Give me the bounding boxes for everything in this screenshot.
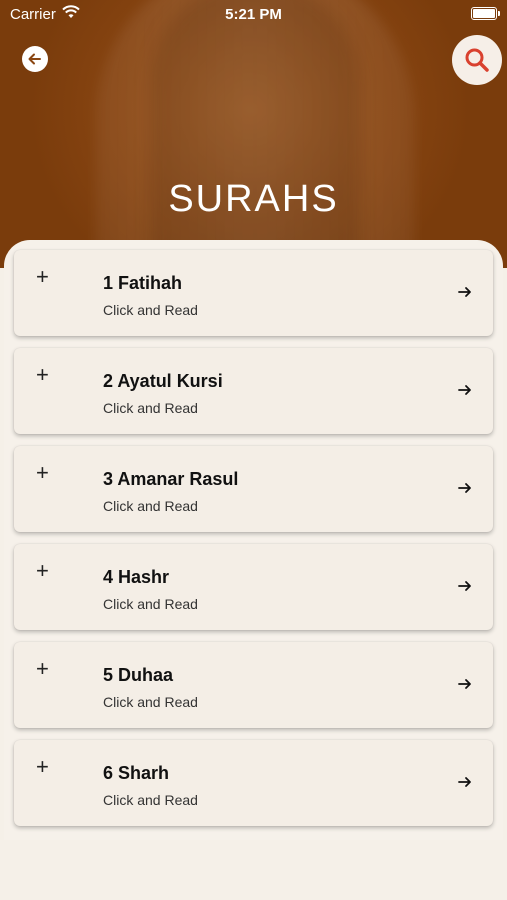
arrow-right-icon [458,483,471,493]
plus-icon[interactable]: + [36,756,49,778]
plus-icon[interactable]: + [36,364,49,386]
surah-title: 1 Fatihah [103,273,183,293]
page-title: SURAHS [168,178,339,220]
search-button[interactable] [452,35,502,85]
plus-icon[interactable]: + [36,462,49,484]
surah-card[interactable]: + 4 Hashr Click and Read [14,544,493,630]
arrow-left-icon [28,53,41,65]
arrow-right-icon [458,679,471,689]
surah-card[interactable]: + 5 Duhaa Click and Read [14,642,493,728]
surah-title: 4 Hashr [103,567,170,587]
status-bar: Carrier 5:21 PM [0,0,507,28]
arrow-right-icon [458,287,471,297]
surah-title: 6 Sharh [103,763,170,783]
surah-subtitle: Click and Read [103,596,198,612]
battery-icon [471,7,500,20]
arrow-right-icon [458,581,471,591]
arrow-right-icon [458,777,471,787]
surah-card[interactable]: + 2 Ayatul Kursi Click and Read [14,348,493,434]
header-banner: Carrier 5:21 PM SURAHS [0,0,507,268]
surah-subtitle: Click and Read [103,302,198,318]
arrow-right-icon [458,385,471,395]
plus-icon[interactable]: + [36,560,49,582]
surah-title: 3 Amanar Rasul [103,469,239,489]
surah-card[interactable]: + 3 Amanar Rasul Click and Read [14,446,493,532]
surah-subtitle: Click and Read [103,498,198,514]
surah-subtitle: Click and Read [103,400,198,416]
plus-icon[interactable]: + [36,658,49,680]
plus-icon[interactable]: + [36,266,49,288]
status-time: 5:21 PM [225,6,282,23]
surah-card[interactable]: + 1 Fatihah Click and Read [14,250,493,336]
surah-subtitle: Click and Read [103,694,198,710]
surah-list: + 1 Fatihah Click and Read + 2 Ayatul Ku… [4,240,503,840]
surah-card[interactable]: + 6 Sharh Click and Read [14,740,493,826]
arch-shadow [150,0,360,268]
surah-title: 2 Ayatul Kursi [103,371,223,391]
surah-subtitle: Click and Read [103,792,198,808]
back-button[interactable] [22,46,48,72]
bottom-area [0,840,507,900]
search-icon [465,48,489,72]
surah-title: 5 Duhaa [103,665,174,685]
